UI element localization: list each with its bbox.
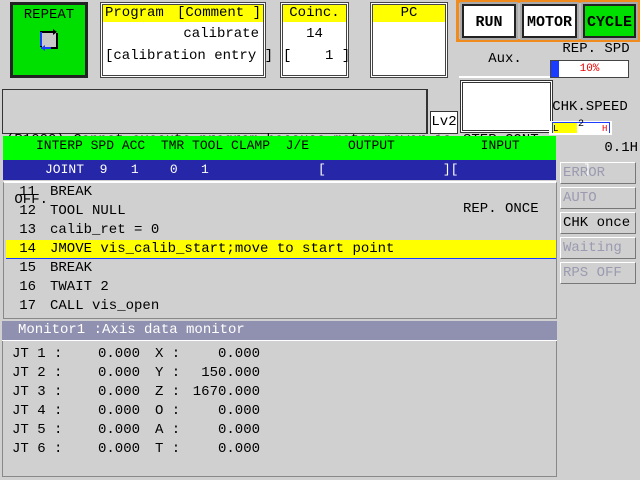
repeat-cycle-icon (40, 29, 58, 51)
program-line[interactable]: 14 JMOVE vis_calib_start;move to start po… (6, 240, 556, 259)
axis-label: Z : (155, 384, 181, 400)
line-number: 13 (19, 222, 36, 238)
chk-speed-label: CHK.SPEED (552, 99, 628, 115)
run-button[interactable]: RUN (460, 2, 518, 40)
program-header: Program (105, 5, 164, 21)
line-text: TOOL NULL (50, 203, 126, 219)
line-number: 16 (19, 279, 36, 295)
jt-value: 0.000 (97, 422, 140, 438)
comment-header: [Comment ] (176, 5, 261, 21)
line-number: 12 (19, 203, 36, 219)
axis-value: 0.000 (217, 422, 260, 438)
line-number: 15 (19, 260, 36, 276)
jt-label: JT 4 : (12, 403, 63, 419)
status-chk-once: CHK once (560, 212, 636, 234)
level-indicator[interactable]: Lv2 (430, 111, 458, 134)
chk-speed-high: H (602, 124, 608, 134)
step-header: INTERP SPD ACC TMR TOOL CLAMP J/E OUTPUT… (3, 136, 556, 160)
axis-label: X : (155, 346, 181, 362)
mode-label: REPEAT (23, 7, 75, 23)
status-auto: AUTO (560, 187, 636, 209)
program-line[interactable]: 15 BREAK (6, 259, 556, 278)
axis-value: 1670.000 (192, 384, 260, 400)
message-box: (P1000) Cannot execute program because m… (2, 89, 451, 208)
step-values: JOINT 9 1 0 1 [ ][ ] (3, 160, 591, 180)
monitor-title: Monitor1 :Axis data monitor (2, 321, 557, 341)
program-line[interactable]: 13 calib_ret = 0 (6, 221, 556, 240)
program-line[interactable]: 12 TOOL NULL (6, 202, 556, 221)
jt-value: 0.000 (97, 403, 140, 419)
step-mode-button[interactable]: STEP CONT. REP. ONCE (460, 80, 553, 217)
status-waiting: Waiting (560, 237, 636, 259)
jt-label: JT 5 : (12, 422, 63, 438)
status-rps-off: RPS OFF (560, 262, 636, 284)
jt-label: JT 6 : (12, 441, 63, 457)
repeat-mode-button[interactable]: REPEAT (10, 2, 88, 78)
program-line[interactable]: 16 TWAIT 2 (6, 278, 556, 297)
axis-value: 0.000 (217, 403, 260, 419)
coinc-sub: [ 1 ] (283, 48, 351, 64)
jt-label: JT 3 : (12, 384, 63, 400)
axis-value: 0.000 (217, 346, 260, 362)
program-name: calibrate (183, 26, 259, 42)
program-line[interactable]: 11 BREAK (6, 183, 556, 202)
axis-value: 150.000 (201, 365, 260, 381)
coinc-step: 14 (306, 26, 323, 42)
rep-spd-bar[interactable]: 10% (550, 60, 629, 78)
rep-spd-label: REP. SPD (562, 41, 630, 57)
line-text: JMOVE vis_calib_start;move to start poin… (50, 241, 395, 257)
jt-label: JT 1 : (12, 346, 63, 362)
line-text: CALL vis_open (50, 298, 160, 314)
rep-spd-value: 10% (579, 63, 600, 75)
jt-value: 0.000 (97, 346, 140, 362)
axis-label: A : (155, 422, 181, 438)
pc-panel: PC (370, 2, 448, 78)
axis-value: 0.000 (217, 441, 260, 457)
jt-value: 0.000 (97, 441, 140, 457)
program-line[interactable]: 17 CALL vis_open (6, 297, 556, 316)
axis-label: Y : (155, 365, 181, 381)
line-number: 11 (19, 184, 36, 200)
line-text: calib_ret = 0 (50, 222, 160, 238)
coinc-header: Coinc. (283, 5, 346, 22)
cycle-button[interactable]: CYCLE (581, 2, 638, 40)
motor-button[interactable]: MOTOR (520, 2, 579, 40)
program-panel[interactable]: Program [Comment ] calibrate [calibratio… (100, 2, 274, 78)
line-text: BREAK (50, 260, 93, 276)
line-text: TWAIT 2 (50, 279, 109, 295)
line-text: BREAK (50, 184, 93, 200)
chk-speed-level: 2 (578, 119, 585, 130)
jt-value: 0.000 (97, 365, 140, 381)
unit-label: 0.1H (604, 140, 638, 156)
line-number: 17 (19, 298, 36, 314)
axis-label: T : (155, 441, 181, 457)
jt-value: 0.000 (97, 384, 140, 400)
aux-button[interactable]: Aux. (459, 44, 551, 78)
line-number: 14 (19, 241, 36, 257)
program-comment: [calibration entry ] (105, 48, 274, 64)
chk-speed-low: L (553, 124, 559, 134)
jt-label: JT 2 : (12, 365, 63, 381)
axis-label: O : (155, 403, 181, 419)
coinc-panel: Coinc. 14 [ 1 ] (280, 2, 351, 78)
status-error: ERROR (560, 162, 636, 184)
chk-speed-gauge[interactable]: 2 L H (549, 119, 612, 135)
pc-header: PC (373, 5, 445, 22)
